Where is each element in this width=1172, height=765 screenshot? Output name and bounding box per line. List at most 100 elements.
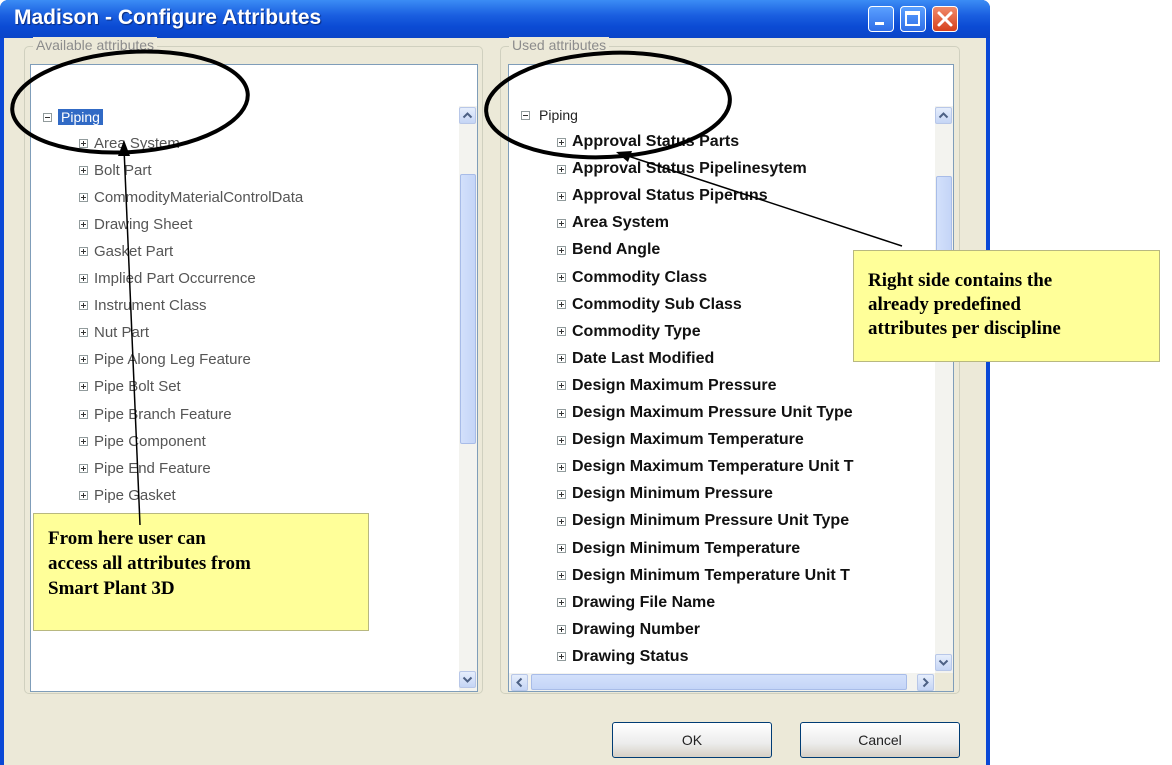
expand-icon[interactable] (557, 245, 566, 255)
expand-icon[interactable] (79, 301, 88, 311)
available-vertical-scrollbar[interactable] (459, 106, 477, 691)
tree-item[interactable]: Bend Angle (557, 237, 660, 263)
tree-item[interactable]: Area System (557, 210, 669, 236)
expand-icon[interactable] (79, 409, 88, 419)
tree-item[interactable]: Pipe Gasket (79, 482, 176, 508)
expand-icon[interactable] (557, 652, 566, 662)
tree-item[interactable]: Design Maximum Temperature Unit T (557, 454, 854, 480)
expand-icon[interactable] (557, 354, 566, 364)
tree-item[interactable]: Date Last Modified (557, 346, 714, 372)
scroll-up-button[interactable] (935, 107, 952, 124)
tree-item[interactable]: Drawing Number (557, 617, 700, 643)
horizontal-scroll-thumb[interactable] (531, 674, 907, 690)
expand-icon[interactable] (79, 436, 88, 446)
collapse-icon[interactable] (43, 112, 52, 122)
expand-icon[interactable] (557, 191, 566, 201)
tree-item[interactable]: Commodity Class (557, 265, 707, 291)
expand-icon[interactable] (79, 382, 88, 392)
title-bar[interactable]: Madison - Configure Attributes (0, 0, 990, 38)
scroll-left-button[interactable] (511, 674, 528, 691)
used-vertical-scrollbar[interactable] (935, 106, 953, 673)
scroll-right-button[interactable] (917, 674, 934, 691)
tree-item[interactable]: Design Minimum Pressure Unit Type (557, 508, 849, 534)
used-attributes-tree[interactable]: Piping Approval Status Parts Approval Sta… (508, 64, 954, 692)
tree-item[interactable]: Nut Part (79, 320, 149, 346)
expand-icon[interactable] (557, 544, 566, 553)
tree-item-label: Pipe Bolt Set (94, 378, 181, 396)
tree-item[interactable]: Approval Status Parts (557, 129, 739, 155)
tree-item[interactable]: Drawing Sheet (79, 211, 192, 237)
expand-icon[interactable] (557, 218, 566, 228)
tree-item[interactable]: Pipe Branch Feature (79, 401, 232, 427)
tree-item[interactable]: Drawing Status (557, 644, 688, 670)
ok-button[interactable]: OK (612, 722, 772, 758)
expand-icon[interactable] (557, 381, 566, 391)
tree-item[interactable]: Design Maximum Temperature (557, 427, 804, 453)
expand-icon[interactable] (79, 246, 88, 256)
tree-item[interactable]: Design Maximum Pressure (557, 373, 777, 399)
maximize-button[interactable] (900, 6, 926, 32)
used-tree-root[interactable]: Piping (521, 104, 581, 126)
used-attributes-legend: Used attributes (509, 37, 610, 53)
annotation-line: From here user can (48, 528, 206, 549)
expand-icon[interactable] (557, 625, 566, 635)
expand-icon[interactable] (557, 462, 566, 472)
tree-item[interactable]: Approval Status Pipelinesytem (557, 156, 807, 182)
expand-icon[interactable] (79, 274, 88, 283)
cancel-button[interactable]: Cancel (800, 722, 960, 758)
expand-icon[interactable] (557, 327, 566, 337)
tree-item[interactable]: Design Maximum Pressure Unit Type (557, 400, 853, 426)
expand-icon[interactable] (557, 273, 566, 282)
tree-item-label: Bend Angle (572, 241, 661, 259)
tree-item[interactable]: Commodity Sub Class (557, 292, 742, 318)
expand-icon[interactable] (557, 137, 566, 147)
tree-item[interactable]: Approval Status Piperuns (557, 183, 768, 209)
expand-icon[interactable] (557, 435, 566, 445)
tree-item[interactable]: Design Minimum Temperature (557, 536, 800, 562)
expand-icon[interactable] (79, 490, 88, 500)
expand-icon[interactable] (557, 408, 566, 418)
arrow-right-icon (922, 677, 929, 688)
tree-item[interactable]: Area System (79, 130, 180, 156)
scroll-down-button[interactable] (935, 654, 952, 671)
expand-icon[interactable] (557, 571, 566, 581)
collapse-icon[interactable] (521, 110, 530, 120)
expand-icon[interactable] (79, 219, 88, 229)
tree-item[interactable]: Drawing File Name (557, 590, 715, 616)
tree-item[interactable]: Design Minimum Pressure (557, 481, 773, 507)
expand-icon[interactable] (79, 192, 88, 202)
scroll-thumb[interactable] (460, 174, 476, 444)
tree-item[interactable]: Commodity Type (557, 319, 701, 345)
tree-item[interactable]: Pipe Along Leg Feature (79, 347, 251, 373)
tree-item[interactable]: Instrument Class (79, 293, 207, 319)
used-horizontal-scrollbar[interactable] (509, 673, 937, 691)
tree-item[interactable]: CommodityMaterialControlData (79, 184, 303, 210)
expand-icon[interactable] (557, 489, 566, 499)
arrow-down-icon (462, 676, 473, 683)
close-button[interactable] (932, 6, 958, 32)
used-tree-root-label: Piping (539, 107, 578, 123)
scroll-up-button[interactable] (459, 107, 476, 124)
annotation-right-callout: Right side contains the already predefin… (853, 250, 1160, 362)
expand-icon[interactable] (557, 516, 566, 526)
expand-icon[interactable] (79, 328, 88, 338)
expand-icon[interactable] (79, 463, 88, 473)
expand-icon[interactable] (79, 165, 88, 175)
available-tree-root[interactable]: Piping (43, 106, 103, 128)
tree-item[interactable]: Design Minimum Temperature Unit T (557, 563, 850, 589)
tree-item[interactable]: Pipe End Feature (79, 455, 211, 481)
tree-item[interactable]: Pipe Component (79, 428, 206, 454)
annotation-line: Smart Plant 3D (48, 578, 175, 599)
tree-item[interactable]: Pipe Bolt Set (79, 374, 181, 400)
scroll-down-button[interactable] (459, 671, 476, 688)
tree-item[interactable]: Implied Part Occurrence (79, 266, 256, 292)
expand-icon[interactable] (557, 598, 566, 608)
available-tree-root-label: Piping (58, 109, 103, 125)
expand-icon[interactable] (557, 300, 566, 310)
tree-item[interactable]: Gasket Part (79, 238, 173, 264)
expand-icon[interactable] (79, 355, 88, 365)
expand-icon[interactable] (79, 138, 88, 148)
minimize-button[interactable] (868, 6, 894, 32)
tree-item[interactable]: Bolt Part (79, 157, 152, 183)
expand-icon[interactable] (557, 164, 566, 174)
